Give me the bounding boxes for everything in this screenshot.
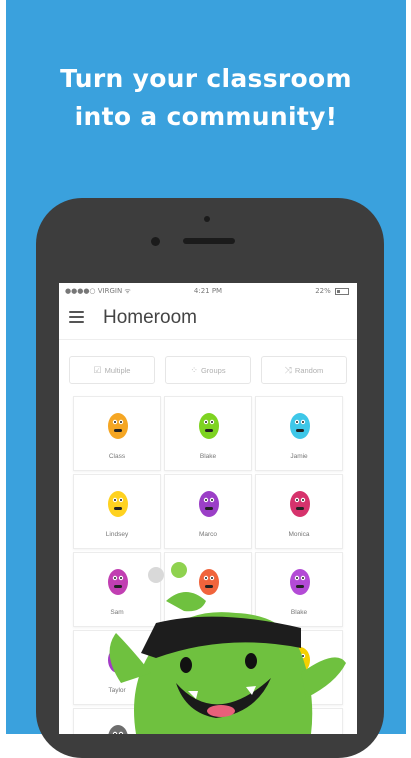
battery-icon <box>335 287 349 295</box>
multiple-label: Multiple <box>104 365 131 375</box>
headline-line-1: Turn your classroom <box>60 64 352 93</box>
student-name: Marco <box>198 531 218 538</box>
phone-sensor <box>204 216 210 222</box>
app-bar: Homeroom <box>59 299 357 340</box>
groups-icon: ⁘ <box>190 364 198 375</box>
headline-line-2: into a community! <box>74 102 338 131</box>
shuffle-icon: ⤨ <box>284 364 292 375</box>
student-card[interactable]: Class <box>73 396 161 471</box>
student-avatar-icon <box>199 413 219 439</box>
student-name: Blake <box>199 453 217 460</box>
student-avatar-icon <box>290 413 310 439</box>
multiple-button[interactable]: ☑ Multiple <box>69 356 155 384</box>
student-name: Class <box>108 453 126 460</box>
battery-status: 22% <box>315 287 349 295</box>
green-monster-mascot <box>109 562 346 734</box>
status-time: 4:21 PM <box>193 287 223 295</box>
student-card[interactable]: Jamie <box>255 396 343 471</box>
status-bar: ●●●●○ VIRGIN ᯤ 4:21 PM 22% <box>59 283 357 299</box>
student-card[interactable]: Blake <box>164 396 252 471</box>
student-avatar-icon <box>290 491 310 517</box>
groups-button[interactable]: ⁘ Groups <box>165 356 251 384</box>
multi-select-icon: ☑ <box>93 364 102 375</box>
hamburger-menu-icon[interactable] <box>69 311 84 324</box>
student-card[interactable]: Lindsey <box>73 474 161 549</box>
student-avatar-icon <box>199 491 219 517</box>
battery-percent: 22% <box>315 287 331 295</box>
phone-speaker <box>183 238 235 244</box>
student-avatar-icon <box>108 413 128 439</box>
page-title: Homeroom <box>103 307 197 328</box>
student-name: Monica <box>288 531 310 538</box>
random-label: Random <box>294 365 324 375</box>
promo-headline: Turn your classroom into a community! <box>6 60 406 136</box>
toolbar: ☑ Multiple ⁘ Groups ⤨ Random <box>59 340 357 392</box>
student-name: Lindsey <box>105 531 129 538</box>
student-avatar-icon <box>108 491 128 517</box>
student-name: Jamie <box>290 453 308 460</box>
student-card[interactable]: Monica <box>255 474 343 549</box>
phone-camera <box>151 237 160 246</box>
random-button[interactable]: ⤨ Random <box>261 356 347 384</box>
student-card[interactable]: Marco <box>164 474 252 549</box>
groups-label: Groups <box>200 365 226 375</box>
